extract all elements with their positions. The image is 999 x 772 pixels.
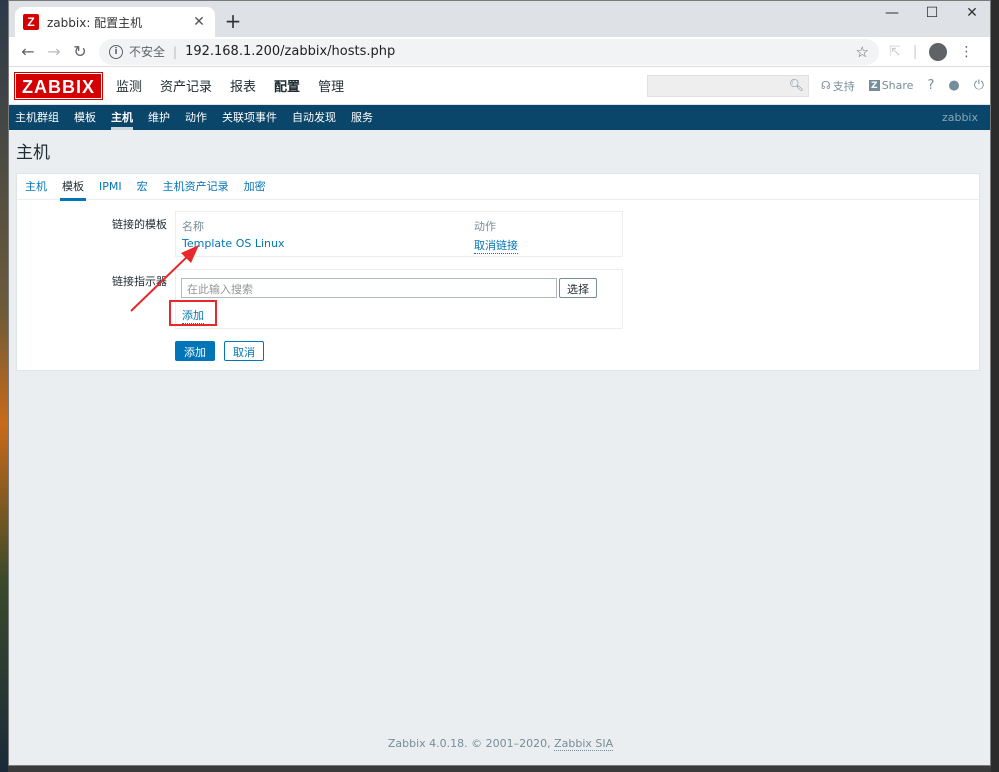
subnav-services[interactable]: 服务 — [351, 105, 373, 130]
share-label: Share — [881, 79, 914, 92]
link-new-templates-box: 在此输入搜索 选择 添加 — [175, 269, 623, 329]
current-user: zabbix — [941, 111, 978, 124]
subnav-host-groups[interactable]: 主机群组 — [15, 105, 59, 130]
minimize-icon[interactable]: — — [877, 5, 907, 21]
menu-configuration[interactable]: 配置 — [274, 76, 300, 95]
subnav-actions[interactable]: 动作 — [185, 105, 207, 130]
menu-monitoring[interactable]: 监测 — [116, 76, 142, 95]
unlink-template-link[interactable]: 取消链接 — [474, 237, 518, 254]
zabbix-sia-link[interactable]: Zabbix SIA — [554, 737, 614, 751]
bookmark-star-icon[interactable]: ☆ — [856, 43, 869, 61]
footer-text: Zabbix 4.0.18. © 2001–2020, — [387, 737, 555, 750]
search-icon[interactable]: 🔍︎ — [789, 78, 804, 92]
subnav-event-correlation[interactable]: 关联项事件 — [222, 105, 277, 130]
menu-administration[interactable]: 管理 — [318, 76, 344, 95]
form-tabs: 主机 模板 IPMI 宏 主机资产记录 加密 — [17, 174, 979, 201]
profile-avatar-icon[interactable] — [929, 42, 948, 61]
browser-tab[interactable]: Z zabbix: 配置主机 ✕ — [15, 7, 215, 37]
desktop-edge-left — [0, 0, 8, 772]
reload-icon[interactable]: ↻ — [67, 42, 93, 61]
tab-macros[interactable]: 宏 — [137, 174, 148, 200]
extension-icon[interactable]: ⇱ — [889, 44, 901, 60]
zabbix-header: ZABBIX 监测 资产记录 报表 配置 管理 🔍︎ ☊ 支持 Z Share ? … — [9, 67, 990, 105]
divider: | — [173, 44, 178, 59]
tab-encryption[interactable]: 加密 — [244, 174, 266, 200]
select-template-button[interactable]: 选择 — [559, 278, 597, 298]
browser-toolbar: ← → ↻ i 不安全 | 192.168.1.200/zabbix/hosts… — [9, 37, 990, 67]
tab-title: zabbix: 配置主机 — [47, 15, 143, 30]
tab-templates[interactable]: 模板 — [60, 174, 86, 201]
share-icon: Z — [868, 80, 880, 91]
subnav-discovery[interactable]: 自动发现 — [292, 105, 336, 130]
menu-inventory[interactable]: 资产记录 — [160, 76, 212, 95]
zabbix-logo[interactable]: ZABBIX — [14, 71, 103, 100]
page-title: 主机 — [16, 143, 50, 163]
subnav-hosts[interactable]: 主机 — [111, 105, 133, 130]
close-window-icon[interactable]: ✕ — [957, 5, 987, 21]
maximize-icon[interactable]: ☐ — [917, 5, 947, 21]
column-action-header: 动作 — [474, 220, 496, 233]
template-search-input[interactable]: 在此输入搜索 — [181, 278, 557, 298]
headset-icon: ☊ — [820, 79, 831, 92]
close-tab-icon[interactable]: ✕ — [191, 14, 207, 30]
subnav-maintenance[interactable]: 维护 — [148, 105, 170, 130]
add-button[interactable]: 添加 — [175, 341, 215, 361]
annotation-arrow-icon — [130, 245, 199, 312]
cancel-button[interactable]: 取消 — [224, 341, 264, 361]
top-menu: 监测 资产记录 报表 配置 管理 — [116, 76, 362, 95]
address-bar[interactable]: i 不安全 | 192.168.1.200/zabbix/hosts.php ☆ — [99, 38, 879, 65]
new-tab-icon[interactable]: + — [223, 11, 243, 31]
global-search-input[interactable]: 🔍︎ — [646, 74, 809, 97]
sub-navigation: 主机群组 模板 主机 维护 动作 关联项事件 自动发现 服务 zabbix — [9, 105, 990, 130]
url-text: 192.168.1.200/zabbix/hosts.php — [185, 44, 396, 59]
linked-templates-table: 名称 动作 Template OS Linux 取消链接 — [175, 211, 623, 257]
signout-power-icon[interactable]: ⏻ — [974, 78, 984, 93]
zabbix-favicon-icon: Z — [23, 14, 39, 30]
back-icon[interactable]: ← — [15, 42, 41, 61]
help-icon[interactable]: ? — [927, 78, 934, 93]
column-name-header: 名称 — [182, 220, 204, 233]
forward-icon[interactable]: → — [41, 42, 67, 61]
tab-host[interactable]: 主机 — [25, 174, 47, 200]
menu-kebab-icon[interactable]: ⋮ — [959, 44, 973, 60]
share-link[interactable]: Z Share — [868, 79, 914, 92]
info-icon[interactable]: i — [109, 44, 123, 59]
tab-ipmi[interactable]: IPMI — [99, 174, 122, 200]
divider: | — [912, 43, 918, 60]
tab-strip: Z zabbix: 配置主机 ✕ + — ☐ ✕ — [9, 1, 990, 37]
subnav-templates[interactable]: 模板 — [74, 105, 96, 130]
browser-window: Z zabbix: 配置主机 ✕ + — ☐ ✕ ← → ↻ i 不安全 | 1… — [8, 0, 991, 766]
linked-templates-label: 链接的模板 — [112, 218, 167, 231]
tab-inventory[interactable]: 主机资产记录 — [163, 174, 229, 200]
support-label: 支持 — [832, 79, 855, 93]
support-link[interactable]: ☊ 支持 — [821, 78, 855, 94]
security-label: 不安全 — [129, 45, 166, 59]
page-footer: Zabbix 4.0.18. © 2001–2020, Zabbix SIA — [9, 737, 990, 751]
menu-reports[interactable]: 报表 — [230, 76, 256, 95]
user-profile-icon[interactable]: ● — [948, 78, 959, 93]
desktop-edge-right — [991, 0, 999, 772]
